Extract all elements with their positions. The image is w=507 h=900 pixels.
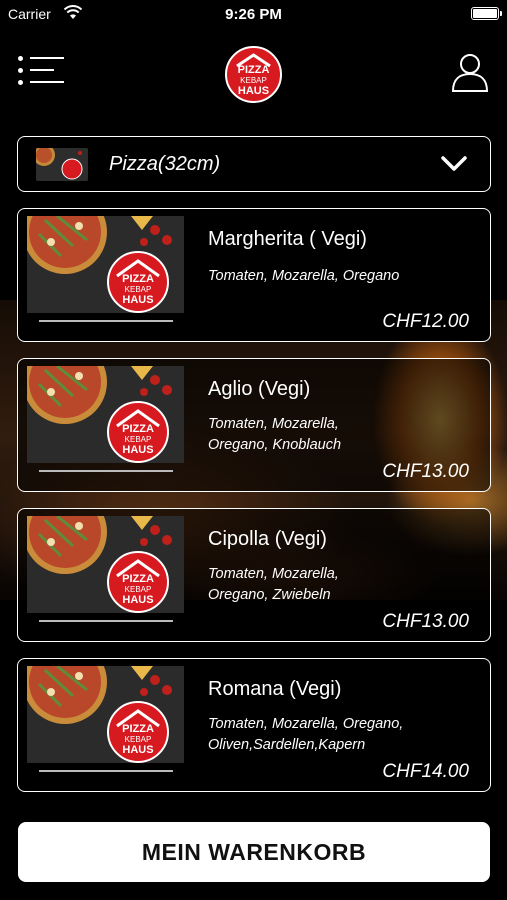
logo-text-kebap: KEBAP: [240, 76, 267, 85]
chevron-down-icon: [441, 156, 467, 171]
menu-icon[interactable]: [18, 54, 68, 88]
item-name: Margherita ( Vegi): [208, 228, 367, 250]
item-description: Tomaten, Mozarella, Oregano: [208, 268, 400, 284]
brand-logo: PIZZA KEBAP HAUS: [225, 46, 282, 103]
app-header: PIZZA KEBAP HAUS: [0, 40, 507, 110]
category-thumbnail: [36, 148, 88, 181]
menu-item-cipolla[interactable]: PIZZA KEBAP HAUS Cipolla (Vegi) Tomaten,…: [17, 508, 491, 642]
svg-text:PIZZA: PIZZA: [122, 273, 154, 285]
svg-text:PIZZA: PIZZA: [122, 573, 154, 585]
menu-item-margherita[interactable]: PIZZA KEBAP HAUS Margherita ( Vegi) Toma…: [17, 208, 491, 342]
logo-text-pizza: PIZZA: [237, 64, 270, 76]
item-price: CHF12.00: [382, 311, 469, 332]
item-image: PIZZA KEBAP HAUS: [27, 366, 184, 463]
item-description: Tomaten, Mozarella, Oregano, Zwiebeln: [208, 566, 339, 603]
item-name: Cipolla (Vegi): [208, 528, 327, 550]
svg-text:PIZZA: PIZZA: [122, 423, 154, 435]
divider: [39, 770, 173, 772]
menu-item-aglio[interactable]: PIZZA KEBAP HAUS Aglio (Vegi) Tomaten, M…: [17, 358, 491, 492]
menu-item-romana[interactable]: PIZZA KEBAP HAUS Romana (Vegi) Tomaten, …: [17, 658, 491, 792]
svg-text:HAUS: HAUS: [122, 294, 153, 306]
category-dropdown[interactable]: Pizza(32cm): [17, 136, 491, 192]
svg-text:HAUS: HAUS: [122, 594, 153, 606]
battery-icon: [471, 7, 502, 20]
item-price: CHF13.00: [382, 461, 469, 482]
clock: 9:26 PM: [225, 6, 282, 23]
item-price: CHF13.00: [382, 611, 469, 632]
user-icon[interactable]: [451, 52, 489, 92]
item-name: Romana (Vegi): [208, 678, 342, 700]
item-price: CHF14.00: [382, 761, 469, 782]
logo-text-haus: HAUS: [237, 85, 270, 97]
svg-text:KEBAP: KEBAP: [125, 285, 152, 294]
svg-text:KEBAP: KEBAP: [125, 435, 152, 444]
divider: [39, 620, 173, 622]
category-selected-label: Pizza(32cm): [109, 153, 221, 175]
divider: [39, 470, 173, 472]
svg-text:HAUS: HAUS: [122, 444, 153, 456]
svg-text:PIZZA: PIZZA: [122, 723, 154, 735]
svg-text:KEBAP: KEBAP: [125, 735, 152, 744]
item-image: PIZZA KEBAP HAUS: [27, 666, 184, 763]
svg-text:KEBAP: KEBAP: [125, 585, 152, 594]
item-name: Aglio (Vegi): [208, 378, 311, 400]
item-image: PIZZA KEBAP HAUS: [27, 516, 184, 613]
item-image: PIZZA KEBAP HAUS: [27, 216, 184, 313]
status-bar: Carrier 9:26 PM: [0, 0, 507, 28]
svg-text:HAUS: HAUS: [122, 744, 153, 756]
item-description: Tomaten, Mozarella, Oregano, Knoblauch: [208, 416, 342, 453]
item-description: Tomaten, Mozarella, Oregano, Oliven,Sard…: [208, 716, 404, 753]
cart-button[interactable]: MEIN WARENKORB: [18, 822, 490, 882]
divider: [39, 320, 173, 322]
